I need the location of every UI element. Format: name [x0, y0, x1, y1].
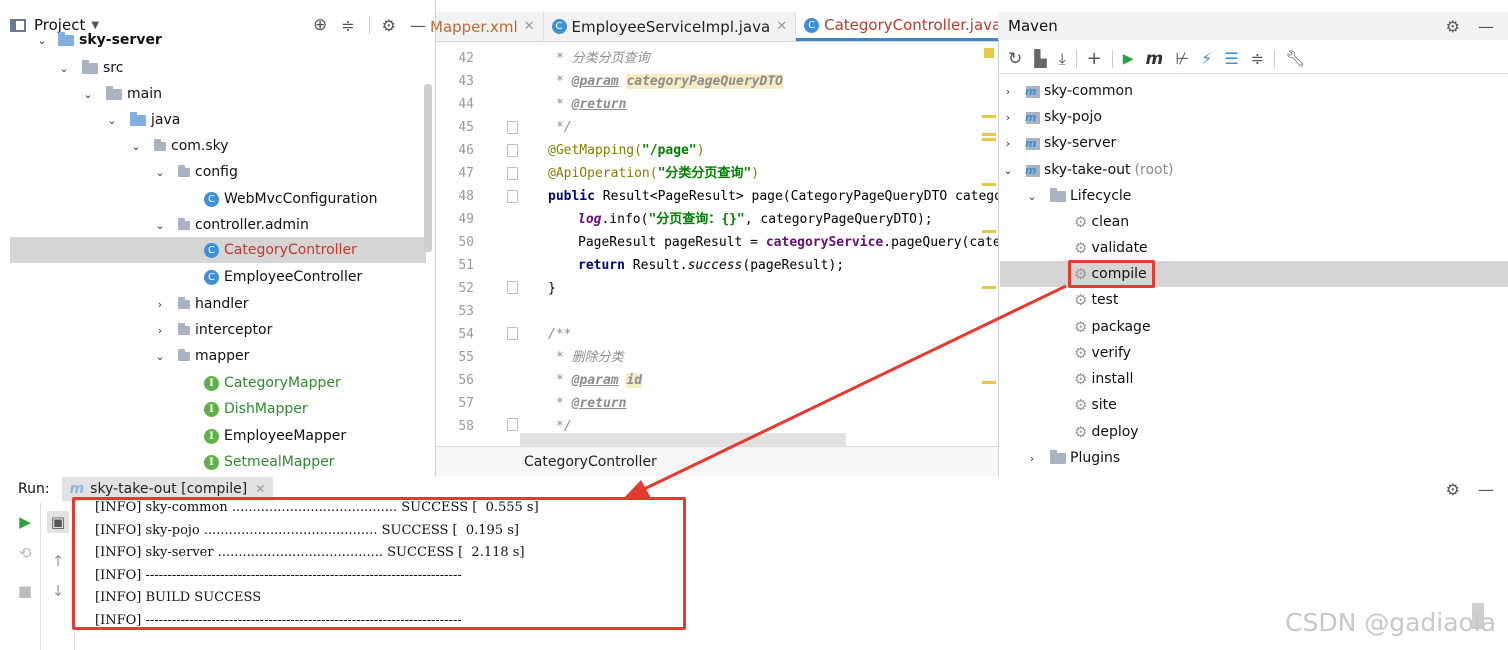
- annotation-arrow: [622, 284, 1067, 500]
- watermark: CSDN @gadiaola: [1285, 608, 1497, 637]
